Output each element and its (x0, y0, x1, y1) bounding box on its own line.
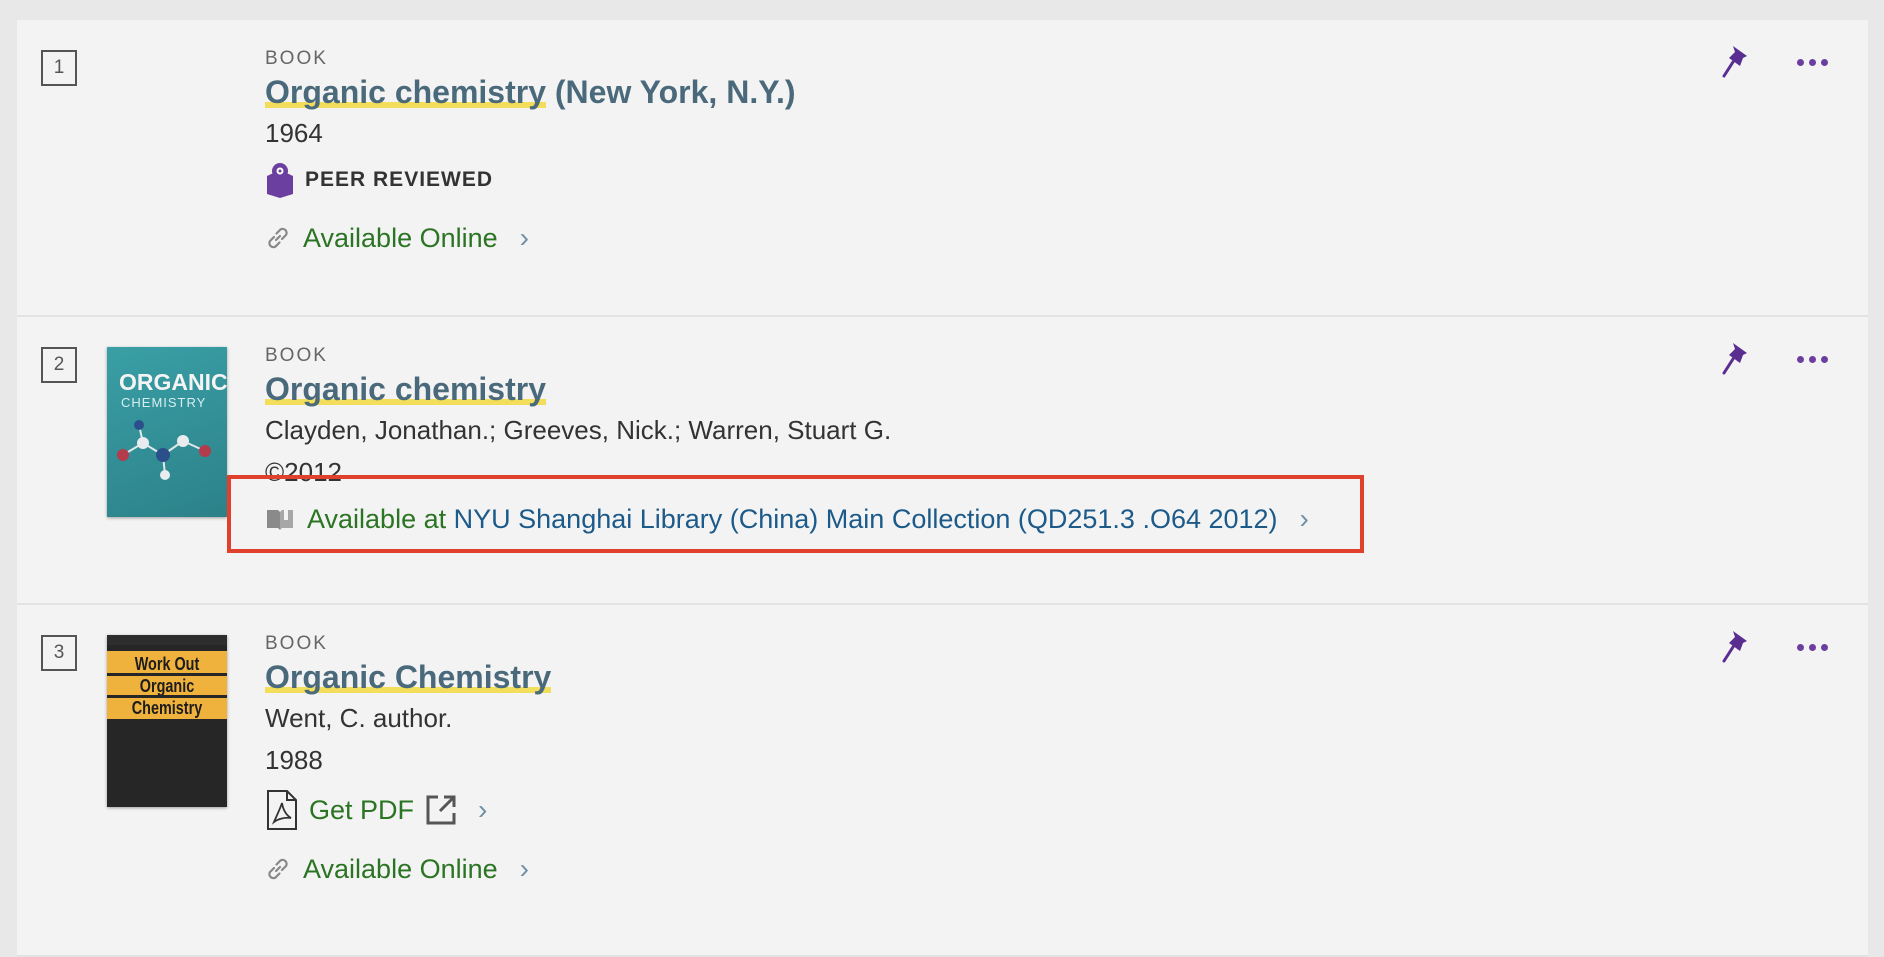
result-actions (1721, 629, 1828, 665)
peer-reviewed-icon (267, 163, 293, 198)
cover-subtitle: CHEMISTRY (121, 395, 207, 410)
result-title[interactable]: Organic Chemistry (265, 657, 552, 697)
result-content: BOOK Organic chemistry (New York, N.Y.) … (265, 48, 796, 254)
result-number: 2 (41, 347, 77, 383)
authors: Went, C. author. (265, 703, 453, 733)
availability-status: Available Online (303, 853, 498, 884)
cover-molecule-art (117, 420, 211, 480)
get-pdf-link[interactable]: Get PDF › (265, 789, 551, 831)
title-link[interactable]: Organic Chemistry (265, 659, 552, 695)
more-options-icon[interactable] (1797, 58, 1828, 66)
external-link-icon (426, 795, 456, 825)
title-link[interactable]: Organic chemistry (265, 74, 546, 110)
get-pdf-label: Get PDF (309, 794, 415, 825)
resource-type: BOOK (265, 345, 328, 366)
result-content: BOOK Organic Chemistry Went, C. author. … (265, 633, 552, 885)
result-number: 1 (41, 50, 77, 86)
pin-icon[interactable] (1721, 341, 1751, 377)
cover-title: ORGANIC (119, 369, 227, 395)
result-item: 3 Work Out Organic Chemistry BOOK Organi… (17, 605, 1868, 957)
result-title[interactable]: Organic chemistry (New York, N.Y.) (265, 72, 796, 112)
authors: Clayden, Jonathan.; Greeves, Nick.; Warr… (265, 415, 892, 445)
resource-type: BOOK (265, 633, 328, 654)
annotation-highlight-box (227, 475, 1364, 553)
chevron-right-icon: › (519, 222, 529, 253)
availability-status: Available Online (303, 222, 498, 253)
pin-icon[interactable] (1721, 629, 1751, 665)
peer-reviewed-label: PEER REVIEWED (305, 168, 494, 191)
pdf-icon (267, 790, 297, 830)
title-suffix: (New York, N.Y.) (554, 74, 796, 110)
cover-top-band (107, 635, 227, 645)
cover-line: Organic (139, 676, 195, 696)
publication-year: 1964 (265, 118, 323, 148)
cover-stripe (107, 673, 227, 676)
cover-title-text: Work Out Organic Chemistry (119, 653, 215, 719)
chevron-right-icon: › (478, 794, 488, 825)
book-cover[interactable]: ORGANIC CHEMISTRY (107, 347, 227, 517)
chevron-right-icon: › (519, 853, 529, 884)
result-actions (1721, 341, 1828, 377)
cover-stripe (107, 695, 227, 698)
cover-line: Chemistry (131, 698, 203, 718)
cover-line: Work Out (134, 654, 200, 674)
book-cover[interactable]: Work Out Organic Chemistry (107, 635, 227, 807)
availability-link[interactable]: Available Online › (265, 853, 551, 885)
result-number: 3 (41, 635, 77, 671)
result-actions (1721, 44, 1828, 80)
resource-type: BOOK (265, 48, 328, 69)
availability-link[interactable]: Available Online › (265, 222, 796, 254)
link-icon (268, 227, 288, 249)
result-title[interactable]: Organic chemistry (265, 369, 1309, 409)
publication-year: 1988 (265, 745, 323, 775)
more-options-icon[interactable] (1797, 355, 1828, 363)
title-link[interactable]: Organic chemistry (265, 371, 546, 407)
more-options-icon[interactable] (1797, 643, 1828, 651)
link-icon (268, 858, 288, 880)
peer-reviewed-badge: PEER REVIEWED (265, 162, 796, 198)
result-item: 1 BOOK Organic chemistry (New York, N.Y.… (17, 20, 1868, 317)
result-item: 2 ORGANIC CHEMISTRY BOOK Organic chemist… (17, 317, 1868, 605)
pin-icon[interactable] (1721, 44, 1751, 80)
